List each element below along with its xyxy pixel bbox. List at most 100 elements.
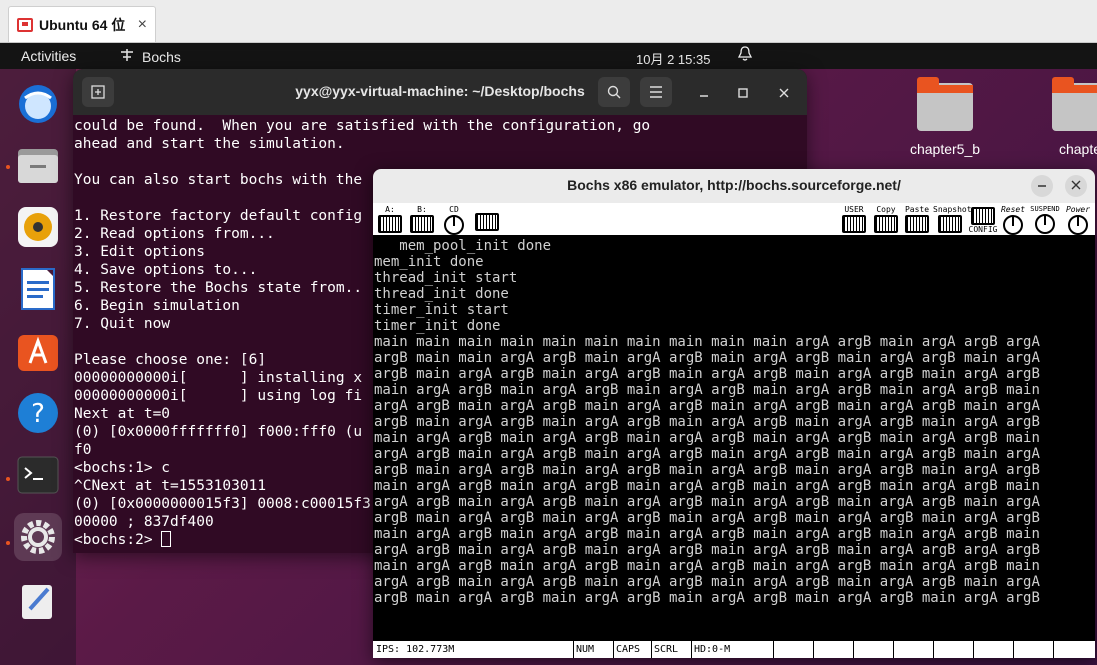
terminal-titlebar[interactable]: yyx@yyx-virtual-machine: ~/Desktop/bochs [73,69,807,115]
mouse-icon [475,213,499,231]
status-divider [613,641,614,658]
libreoffice-writer-icon[interactable] [14,265,62,313]
top-bar: Activities Bochs 10月 2 15:35 [0,43,1097,69]
user-label: USER [844,205,864,214]
bochs-screen[interactable]: mem_pool_init done mem_init done thread_in… [374,238,1094,638]
bochs-screen-line: argB main argA argB main argA argB main … [374,462,1040,478]
bochs-screen-line: argA argB main argA argB main argA argB … [374,494,1040,510]
status-divider [853,641,854,658]
hd-indicator: HD:0-M [694,644,731,655]
svg-text:?: ? [31,399,45,429]
terminal-app-icon[interactable] [14,451,62,499]
bochs-screen-line: argB main argA argB main argA argB main … [374,590,1040,606]
files-icon[interactable] [14,141,62,189]
bochs-screen-line: mem_pool_init done [374,238,552,254]
paste-label: Paste [904,205,930,214]
vm-tab-bar: Ubuntu 64 位 × [0,0,1097,43]
bochs-screen-line: main argA argB main argA argB main argA … [374,526,1040,542]
bochs-window[interactable]: Bochs x86 emulator, http://bochs.sourcef… [373,169,1095,658]
bochs-app-icon [120,48,134,65]
vm-tab-close-icon[interactable]: × [138,16,147,34]
folder-label: chapter5_b [909,141,981,157]
dock: ? [0,69,76,665]
status-divider [1013,641,1014,658]
scroll-lock-indicator: SCRL [654,644,679,655]
copy-label: Copy [876,205,896,214]
floppy-b-label: B: [417,205,427,214]
keyboard-icon [842,215,866,233]
settings-icon[interactable] [14,513,62,561]
snapshot-label: Snapshot [933,205,972,214]
bochs-screen-line: argB main main argA argB main argA argB … [374,350,1040,366]
bochs-screen-line: timer_init start [374,302,509,318]
bochs-screen-line: main argA argB main argA argB main argA … [374,430,1040,446]
bochs-screen-line: argB main argA argB main argA argB main … [374,510,1040,526]
status-divider [973,641,974,658]
hamburger-menu-icon[interactable] [640,77,672,107]
floppy-a-label: A: [385,205,395,214]
reset-icon [1003,215,1023,235]
bochs-screen-line: argA argB main argA argB main argA argB … [374,398,1040,414]
suspend-button[interactable]: SUSPEND [1028,205,1062,235]
config-button[interactable]: CONFIG [967,205,999,235]
minimize-icon[interactable] [694,83,714,103]
bell-icon[interactable] [737,46,753,66]
status-divider [651,641,652,658]
status-divider [573,641,574,658]
snapshot-button[interactable]: Snapshot [933,205,972,235]
floppy-icon [410,215,434,233]
status-divider [893,641,894,658]
bochs-screen-line: argA argB main argA argB main argA argB … [374,574,1040,590]
desktop: Activities Bochs 10月 2 15:35 ? chapter5_… [0,43,1097,665]
text-editor-icon[interactable] [14,575,62,623]
bochs-screen-line: argA argB main argA argB main argA argB … [374,446,1040,462]
app-menu[interactable]: Bochs [120,48,181,65]
running-indicator [6,477,10,481]
vm-tab[interactable]: Ubuntu 64 位 × [8,6,156,42]
vm-icon [17,17,33,32]
minimize-icon[interactable] [1031,175,1053,197]
app-name: Bochs [142,48,181,65]
vm-tab-title: Ubuntu 64 位 [39,16,126,33]
config-icon [971,207,995,225]
activities-button[interactable]: Activities [21,48,76,64]
cdrom-button[interactable]: CD [440,205,468,235]
status-divider [813,641,814,658]
desktop-folder[interactable]: chapter5_b [900,77,990,157]
user-button[interactable]: USER [838,205,870,235]
bochs-screen-line: main main main main main main main main … [374,334,1040,350]
close-icon[interactable] [774,83,794,103]
floppy-b-button[interactable]: B: [408,205,436,235]
search-icon[interactable] [598,77,630,107]
copy-icon [874,215,898,233]
desktop-folder[interactable]: chapte [1035,77,1097,157]
maximize-icon[interactable] [733,83,753,103]
reset-button[interactable]: Reset [999,205,1027,235]
status-divider [691,641,692,658]
rhythmbox-icon[interactable] [14,203,62,251]
bochs-screen-line: main argA argB main argA argB main argA … [374,478,1040,494]
mouse-button[interactable] [472,205,502,235]
power-icon [1068,215,1088,235]
paste-button[interactable]: Paste [903,205,931,235]
power-label: Power [1065,205,1091,214]
ips-indicator: IPS: 102.773M [376,644,455,655]
clock[interactable]: 10月 2 15:35 [636,49,710,68]
bochs-screen-line: thread_init start [374,270,518,286]
power-button[interactable]: Power [1062,205,1094,235]
status-divider [773,641,774,658]
cdrom-label: CD [449,205,459,214]
bochs-toolbar: A: B: CD USER Copy Paste Snapshot CONFIG… [373,203,1095,236]
software-center-icon[interactable] [14,327,62,375]
running-indicator [6,541,10,545]
help-icon[interactable]: ? [14,389,62,437]
bochs-statusbar: IPS: 102.773M NUM CAPS SCRL HD:0-M [373,640,1095,658]
caps-lock-indicator: CAPS [616,644,641,655]
thunderbird-icon[interactable] [14,79,62,127]
bochs-screen-line: mem_init done [374,254,484,270]
terminal-prompt: <bochs:2> [74,532,162,548]
bochs-titlebar[interactable]: Bochs x86 emulator, http://bochs.sourcef… [373,169,1095,203]
copy-button[interactable]: Copy [872,205,900,235]
close-icon[interactable] [1065,175,1087,197]
floppy-a-button[interactable]: A: [376,205,404,235]
